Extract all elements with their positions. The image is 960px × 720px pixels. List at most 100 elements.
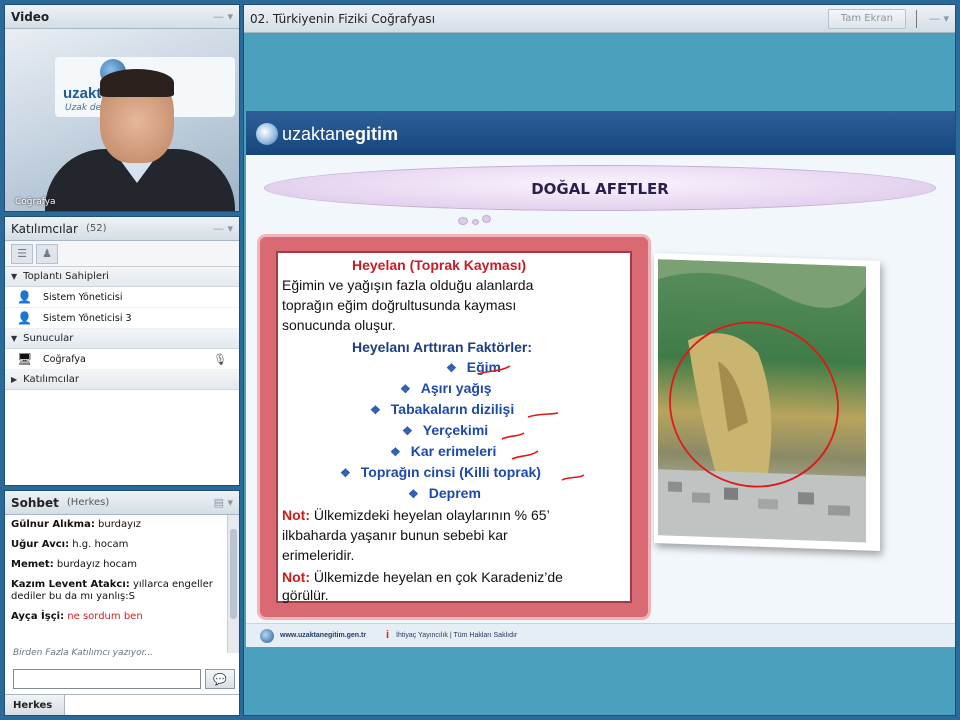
slide-body-line: toprağın eğim doğrultusunda kayması <box>282 297 517 313</box>
attendees-pod: Katılımcılar (52) — ▾ ☰ ♟ ▼ Toplantı Sah… <box>4 216 240 486</box>
chat-pod: Sohbet (Herkes) ▤ ▾ Gülnur Alıkma: burda… <box>4 490 240 716</box>
slide-title: DOĞAL AFETLER <box>531 180 669 198</box>
video-caption: Coğrafya <box>15 197 56 207</box>
diamond-bullet-icon: ❖ <box>390 445 401 459</box>
annotation-stroke <box>561 474 585 481</box>
content-frame: Heyelan (Toprak Kayması) Eğimin ve yağış… <box>260 237 648 617</box>
attendee-row[interactable]: 🖥 Coğrafya 🎙 <box>5 349 239 370</box>
slide-logo-text: uzaktanegitim <box>282 124 398 145</box>
annotation-stroke <box>511 450 539 460</box>
group-label: Sunucular <box>23 333 74 344</box>
factor-item: ❖ Deprem <box>408 485 481 501</box>
landslide-photo-art <box>658 259 866 543</box>
factor-item: ❖ Aşırı yağış <box>400 380 492 396</box>
expand-right-icon: ▶ <box>11 375 18 384</box>
factor-label: Toprağın cinsi (Killi toprak) <box>360 464 541 480</box>
landslide-photo-frame <box>654 253 880 551</box>
attendee-row[interactable]: 👤 Sistem Yöneticisi 3 <box>5 308 239 329</box>
slide-heading: Heyelan (Toprak Kayması) <box>352 257 527 273</box>
annotation-stroke <box>527 412 559 418</box>
publisher-logo-icon: i <box>386 629 390 641</box>
diamond-bullet-icon: ❖ <box>370 403 381 417</box>
list-view-icon[interactable]: ☰ <box>11 243 33 264</box>
scrollbar-thumb[interactable] <box>230 529 237 619</box>
chat-message: Memet: burdayız hocam <box>11 559 221 571</box>
slide-body-line: Eğimin ve yağışın fazla olduğu alanlarda <box>282 277 534 293</box>
note-text: Ülkemizdeki heyelan olaylarının % 65’ <box>310 507 550 523</box>
attendees-title: Katılımcılar <box>11 221 78 236</box>
factor-label: Deprem <box>428 485 481 501</box>
message-text: burdayız hocam <box>56 559 137 570</box>
fullscreen-button[interactable]: Tam Ekran <box>827 8 906 29</box>
factor-label: Kar erimeleri <box>410 443 497 459</box>
chat-message: Gülnur Alıkma: burdayız <box>11 519 221 531</box>
cloud-bubble <box>482 215 491 223</box>
footer-logo-icon <box>260 629 274 643</box>
logo-suffix: egitim <box>345 124 399 144</box>
diamond-bullet-icon: ❖ <box>340 466 351 480</box>
status-view-icon[interactable]: ♟ <box>36 243 58 264</box>
typing-indicator: Birden Fazla Katılımcı yazıyor... <box>13 648 154 658</box>
note-line: ilkbaharda yaşanır bunun sebebi kar <box>282 527 508 543</box>
group-hosts[interactable]: ▼ Toplantı Sahipleri <box>5 267 239 287</box>
pod-menu-icon[interactable]: — ▾ <box>213 222 233 235</box>
factors-title: Heyelanı Arttıran Faktörler: <box>352 339 532 355</box>
factor-label: Eğim <box>466 359 501 375</box>
expand-down-icon: ▼ <box>11 272 18 281</box>
note-line: erimeleridir. <box>282 547 355 563</box>
factor-label: Aşırı yağış <box>420 380 492 396</box>
group-label: Katılımcılar <box>23 374 79 385</box>
footer-site: www.uzaktanegitim.gen.tr <box>280 632 367 639</box>
group-presenters[interactable]: ▼ Sunucular <box>5 329 239 349</box>
chat-messages: Gülnur Alıkma: burdayız Uğur Avcı: h.g. … <box>5 515 227 653</box>
note-label: Not: <box>282 507 310 523</box>
factor-item: ❖ Tabakaların dizilişi <box>370 401 514 417</box>
toolbar-divider <box>915 9 917 28</box>
note-line: görülür. <box>282 587 329 603</box>
pod-menu-icon[interactable]: — ▾ <box>929 12 949 25</box>
slide-header-bar: uzaktanegitim <box>246 111 955 155</box>
factor-item: ❖ Kar erimeleri <box>390 443 496 459</box>
landslide-photo <box>658 259 866 543</box>
factor-item: ❖ Toprağın cinsi (Killi toprak) <box>340 464 541 480</box>
factor-label: Yerçekimi <box>422 422 489 438</box>
share-pod: 02. Türkiyenin Fiziki Coğrafyası Tam Ekr… <box>243 4 956 716</box>
chat-input[interactable] <box>13 669 201 689</box>
webcam-feed: uzaktanegitimtr Uzak demek... Coğrafya <box>5 29 239 211</box>
annotation-stroke <box>501 432 525 440</box>
attendees-pod-header: Katılımcılar (52) — ▾ <box>5 217 239 241</box>
note-text: Ülkemizde heyelan en çok Karadeniz’de <box>310 569 563 585</box>
logo-prefix: uzaktan <box>282 124 346 144</box>
pod-menu-icon[interactable]: — ▾ <box>213 10 233 23</box>
chat-title: Sohbet <box>11 495 59 510</box>
message-author: Memet: <box>11 559 54 570</box>
group-participants[interactable]: ▶ Katılımcılar <box>5 370 239 390</box>
message-text: ne sordum ben <box>67 611 143 622</box>
chat-scope: (Herkes) <box>66 497 110 508</box>
message-author: Uğur Avcı: <box>11 539 70 550</box>
share-pod-header: 02. Türkiyenin Fiziki Coğrafyası Tam Ekr… <box>244 5 955 33</box>
chat-message: Uğur Avcı: h.g. hocam <box>11 539 221 551</box>
message-text: burdayız <box>98 519 142 530</box>
attendees-toolbar: ☰ ♟ <box>5 241 239 267</box>
chat-message: Ayça İşçi: ne sordum ben <box>11 611 221 623</box>
attendee-name: Sistem Yöneticisi <box>43 291 123 303</box>
attendee-row[interactable]: 👤 Sistem Yöneticisi <box>5 287 239 308</box>
diamond-bullet-icon: ❖ <box>446 361 457 375</box>
send-message-button[interactable]: 💬 <box>205 669 235 689</box>
shared-content-area: uzaktanegitim DOĞAL AFETLER Heyelan (Top… <box>244 33 955 715</box>
factor-item: ❖ Yerçekimi <box>402 422 488 438</box>
pod-menu-icon[interactable]: ▤ ▾ <box>214 496 233 509</box>
message-author: Ayça İşçi: <box>11 611 65 622</box>
chat-scrollbar[interactable] <box>227 515 239 653</box>
message-text: h.g. hocam <box>72 539 129 550</box>
chat-message: Kazım Levent Atakcı: yıllarca engeller d… <box>11 579 221 603</box>
slide-logo-icon <box>256 123 278 145</box>
video-pod-header: Video — ▾ <box>5 5 239 29</box>
note-line: Not: Ülkemizdeki heyelan olaylarının % 6… <box>282 507 550 523</box>
chat-tab-everyone[interactable]: Herkes <box>5 695 65 715</box>
video-pod-title: Video <box>11 9 50 24</box>
speech-bubble-icon: 💬 <box>213 672 227 686</box>
share-pod-title: 02. Türkiyenin Fiziki Coğrafyası <box>250 11 436 26</box>
diamond-bullet-icon: ❖ <box>400 382 411 396</box>
